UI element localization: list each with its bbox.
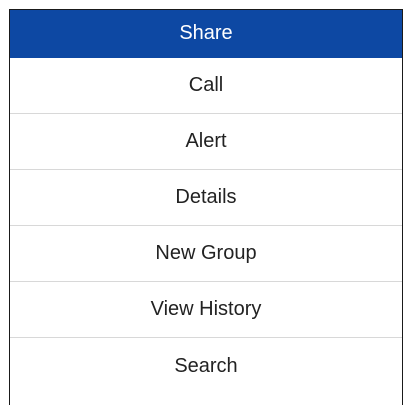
menu-item-share[interactable]: Share [10,10,402,58]
menu-item-call[interactable]: Call [10,58,402,114]
context-menu: Share Call Alert Details New Group View … [9,9,403,405]
menu-item-search[interactable]: Search [10,338,402,394]
menu-item-new-group[interactable]: New Group [10,226,402,282]
menu-item-alert[interactable]: Alert [10,114,402,170]
menu-item-view-history[interactable]: View History [10,282,402,338]
menu-item-details[interactable]: Details [10,170,402,226]
